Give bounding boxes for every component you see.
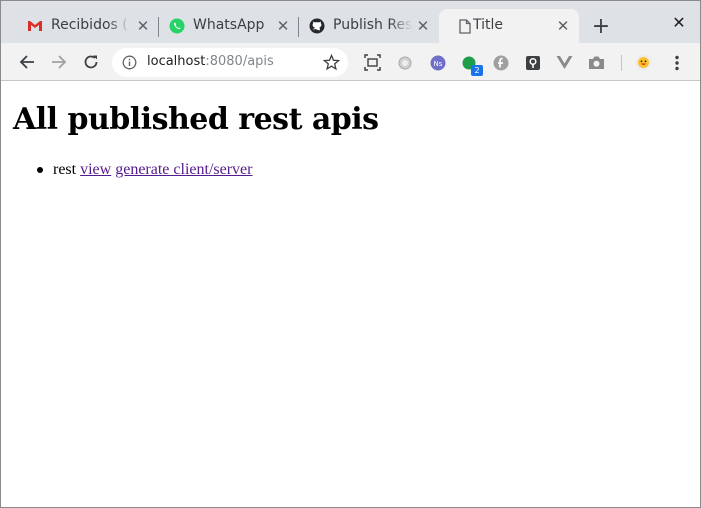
browser-window: Recibidos (1 ✕ WhatsApp ✕ Publish Rest ✕… <box>0 0 701 508</box>
close-icon[interactable]: ✕ <box>555 17 571 35</box>
window-close-button[interactable]: ✕ <box>670 13 688 32</box>
fedora-ext-icon[interactable] <box>492 54 509 71</box>
generate-link[interactable]: generate client/server <box>115 161 252 179</box>
tab-title: Publish Rest <box>333 17 413 33</box>
extension-badge: 2 <box>471 65 483 76</box>
toolbar-divider <box>621 55 622 71</box>
lock-ext-icon[interactable] <box>524 54 541 71</box>
info-icon <box>122 55 137 70</box>
page-title: All published rest apis <box>13 102 379 137</box>
circle-ext-icon[interactable] <box>396 54 413 71</box>
bookmark-star-icon <box>323 54 340 71</box>
github-icon <box>309 18 325 34</box>
vue-ext-icon[interactable] <box>556 54 573 71</box>
view-link[interactable]: view <box>80 161 111 179</box>
menu-kebab-icon[interactable] <box>668 54 685 71</box>
back-button[interactable] <box>16 51 38 73</box>
api-list: rest view generate client/server <box>37 161 252 179</box>
back-arrow-icon <box>19 55 34 69</box>
tab-title: Recibidos (1 <box>51 17 131 33</box>
api-name: rest <box>53 161 77 178</box>
page-content: All published rest apis rest view genera… <box>1 82 700 507</box>
new-tab-button[interactable]: + <box>590 16 612 38</box>
camera-ext-icon[interactable] <box>588 54 605 71</box>
address-bar[interactable]: localhost:8080/apis <box>112 48 348 77</box>
close-icon[interactable]: ✕ <box>275 17 291 35</box>
tab-title: WhatsApp <box>193 17 265 33</box>
ns-ext-icon[interactable]: Ns <box>429 54 446 71</box>
bullet <box>37 167 43 173</box>
list-item: rest view generate client/server <box>37 161 252 179</box>
svg-text:Ns: Ns <box>433 60 442 68</box>
forward-button[interactable] <box>48 51 70 73</box>
tab-whatsapp[interactable]: WhatsApp ✕ <box>151 9 299 43</box>
gmail-icon <box>27 18 43 34</box>
tab-gmail[interactable]: Recibidos (1 ✕ <box>9 9 159 43</box>
close-icon[interactable]: ✕ <box>135 17 151 35</box>
tab-title: Title <box>473 17 504 33</box>
tab-title-active[interactable]: Title ✕ <box>439 9 579 43</box>
whatsapp-icon <box>169 18 185 34</box>
close-icon[interactable]: ✕ <box>415 17 431 35</box>
tab-github[interactable]: Publish Rest ✕ <box>291 9 439 43</box>
reload-button[interactable] <box>80 51 102 73</box>
toolbar: localhost:8080/apis Ns 2 <box>1 43 700 81</box>
url-text: localhost:8080/apis <box>147 54 274 69</box>
screenshot-ext-icon[interactable] <box>364 54 381 71</box>
page-icon <box>457 18 473 34</box>
tab-strip: Recibidos (1 ✕ WhatsApp ✕ Publish Rest ✕… <box>1 1 700 43</box>
reload-icon <box>84 55 98 69</box>
emoji-ext-icon[interactable] <box>635 54 652 71</box>
forward-arrow-icon <box>52 55 67 69</box>
